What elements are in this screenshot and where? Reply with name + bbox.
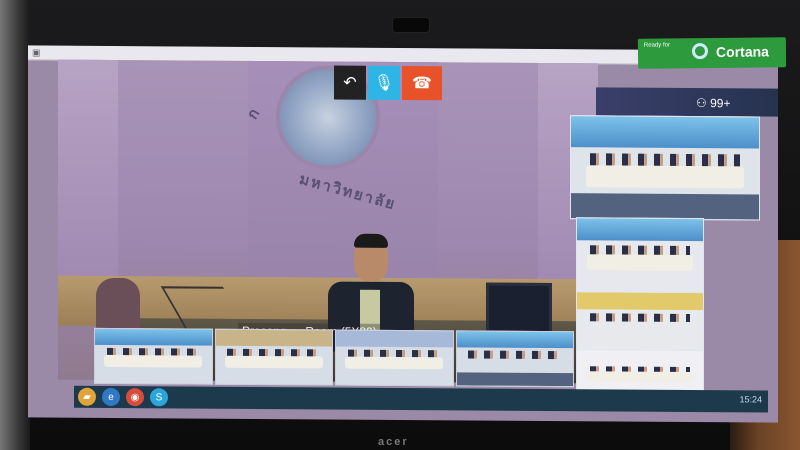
hangup-glyph: ☎: [412, 75, 432, 93]
app-icon: ▣: [32, 47, 41, 58]
video-content: [577, 218, 703, 242]
video-content: [589, 313, 691, 322]
video-content: [345, 356, 444, 370]
participant-video-tile[interactable]: [570, 115, 760, 221]
video-content: [224, 355, 323, 369]
cortana-name: Cortana: [715, 43, 769, 60]
video-content: [215, 329, 332, 347]
video-content: [571, 192, 759, 220]
participant-video-tile[interactable]: [576, 217, 704, 295]
participant-video-tile[interactable]: [455, 330, 574, 388]
folder-icon[interactable]: ▰: [78, 387, 96, 406]
windows-taskbar: ▰ e ◉ S 15:24: [74, 385, 768, 413]
participant-count[interactable]: ⚇ 99+: [696, 96, 730, 110]
participant-video-tile[interactable]: [94, 327, 213, 385]
ie-icon[interactable]: e: [102, 387, 120, 407]
call-controls: ↶ 🎙 ☎: [334, 65, 442, 101]
video-content: [456, 371, 573, 387]
video-content: [456, 331, 573, 349]
video-content: [587, 371, 693, 382]
participant-count-value: 99+: [710, 96, 731, 111]
cortana-ring-icon: [691, 43, 709, 60]
participant-strip: [94, 327, 574, 388]
video-content: [336, 330, 453, 348]
video-content: [468, 350, 562, 360]
laptop-screen: ▣ — ❐ ✕ ก มหาวิทยาลัย Prasong … Room (5X…: [28, 45, 778, 423]
hang-up-icon[interactable]: ☎: [402, 65, 442, 101]
undo-glyph: ↶: [343, 74, 357, 92]
mute-mic-icon[interactable]: 🎙: [368, 65, 400, 100]
video-content: [104, 354, 203, 368]
webcam: [393, 18, 429, 32]
video-content: [586, 165, 744, 189]
wall-pillar: [58, 59, 118, 281]
chrome-icon[interactable]: ◉: [126, 388, 144, 407]
participant-video-tile[interactable]: [335, 329, 454, 387]
video-content: [577, 292, 703, 311]
mic-glyph: 🎙: [373, 74, 395, 92]
cortana-sticker: Ready for Cortana: [637, 37, 787, 69]
participant-video-tile[interactable]: [214, 328, 333, 386]
room-background-left: [0, 0, 30, 450]
participant-video-tile[interactable]: [576, 291, 704, 353]
speaker-hair: [354, 233, 388, 248]
participant-header: [596, 87, 778, 117]
skype-icon[interactable]: S: [150, 388, 168, 407]
person-icon: ⚇: [696, 96, 707, 111]
tray-clock[interactable]: 15:24: [739, 394, 762, 404]
cortana-tagline: Ready for: [643, 42, 670, 49]
video-content: [587, 253, 693, 271]
video-content: [571, 116, 759, 149]
laptop-brand: acer: [378, 436, 409, 448]
undo-arrow-icon[interactable]: ↶: [334, 65, 366, 100]
video-content: [95, 328, 212, 346]
